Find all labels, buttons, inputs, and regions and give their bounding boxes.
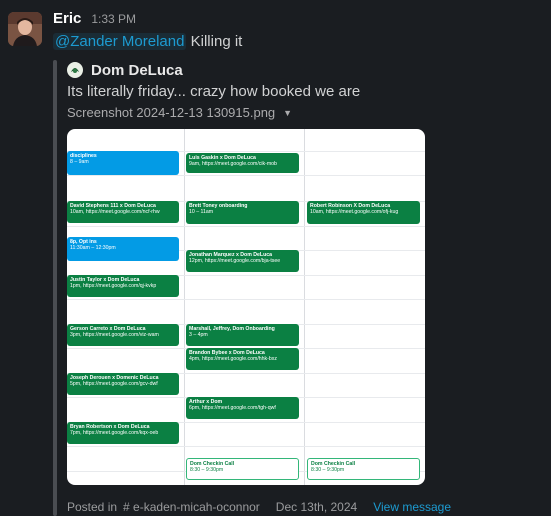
event-time: 10 – 11am [189, 208, 214, 215]
quote-text: Its literally friday... crazy how booked… [67, 83, 361, 100]
calendar-gridline [67, 299, 425, 300]
calendar-event[interactable]: Dom Checkin Call 8:30 – 9:30pm [186, 458, 299, 480]
event-time: 8:30 – 9:30pm [311, 466, 345, 473]
message-body: Killing it [190, 33, 243, 50]
calendar-event[interactable]: Arthur x Dom 6pm, https://meet.google.co… [186, 397, 299, 419]
calendar-event[interactable]: Dom Checkin Call 8:30 – 9:30pm [307, 458, 420, 480]
calendar-event[interactable]: Bryan Robertson x Dom DeLuca 7pm, https:… [67, 422, 179, 444]
message-header: Eric 1:33 PM [53, 10, 136, 30]
calendar-event[interactable]: 8p, Opt ins 11:30am – 12:30pm [67, 237, 179, 261]
event-time: 8 – 9am [70, 158, 89, 165]
screenshot-image[interactable]: disciplines 8 – 9am David Stephens 111 x… [67, 129, 425, 485]
calendar-event[interactable]: Brett Toney onboarding 10 – 11am [186, 201, 299, 224]
event-time: 5pm, https://meet.google.com/gcv-dwf [70, 380, 158, 387]
user-mention[interactable]: @Zander Moreland [53, 33, 187, 50]
event-time: 1pm, https://meet.google.com/qj-kvkp [70, 282, 157, 289]
chevron-down-icon[interactable]: ▼ [283, 108, 292, 118]
calendar-event[interactable]: disciplines 8 – 9am [67, 151, 179, 175]
attachment-row: Screenshot 2024-12-13 130915.png ▼ [67, 105, 292, 120]
calendar-divider [184, 129, 185, 485]
calendar-gridline [67, 446, 425, 447]
event-time: 12pm, https://meet.google.com/bja-tsee [189, 257, 281, 264]
calendar-event[interactable]: David Stephens 111 x Dom DeLuca 10am, ht… [67, 201, 179, 223]
username[interactable]: Eric [53, 10, 81, 27]
calendar-event[interactable]: Marshall, Jeffrey, Dom Onboarding 3 – 4p… [186, 324, 299, 346]
event-time: 4pm, https://meet.google.com/hhk-bxz [189, 355, 277, 362]
quote-bar [53, 60, 57, 516]
shared-message-header: Dom DeLuca [67, 60, 183, 80]
posted-in-label: Posted in [67, 500, 118, 514]
event-time: 8:30 – 9:30pm [190, 466, 224, 473]
calendar-divider [304, 129, 305, 485]
event-time: 3pm, https://meet.google.com/viz-wam [70, 331, 159, 338]
posted-date: Dec 13th, 2024 [275, 500, 358, 514]
message-text: @Zander Moreland Killing it [53, 33, 242, 50]
shared-message-footer: Posted in # e-kaden-micah-oconnor Dec 13… [67, 500, 451, 514]
calendar-event[interactable]: Jonathan Marquez x Dom DeLuca 12pm, http… [186, 250, 299, 272]
event-time: 10am, https://meet.google.com/ofj-kug [310, 208, 399, 215]
calendar-event[interactable]: Robert Robinson X Dom DeLuca 10am, https… [307, 201, 420, 224]
timestamp[interactable]: 1:33 PM [91, 12, 136, 26]
calendar-event[interactable]: Gerson Carreto x Dom DeLuca 3pm, https:/… [67, 324, 179, 346]
calendar-event[interactable]: Justin Taylor x Dom DeLuca 1pm, https://… [67, 275, 179, 297]
event-time: 9am, https://meet.google.com/cik-mob [189, 160, 277, 167]
calendar-gridline [67, 226, 425, 227]
event-time: 7pm, https://meet.google.com/kqx-oeb [70, 429, 159, 436]
calendar-event[interactable]: Brandon Bybee x Dom DeLuca 4pm, https://… [186, 348, 299, 370]
event-time: 3 – 4pm [189, 331, 208, 338]
view-message-link[interactable]: View message [373, 500, 451, 514]
attachment-filename[interactable]: Screenshot 2024-12-13 130915.png [67, 105, 275, 120]
event-time: 6pm, https://meet.google.com/tgh-qwf [189, 404, 276, 411]
calendar-event[interactable]: Joseph Derouen x Domenic DeLuca 5pm, htt… [67, 373, 179, 395]
channel-link[interactable]: # e-kaden-micah-oconnor [123, 500, 260, 514]
calendar-gridline [67, 175, 425, 176]
quote-author-avatar[interactable] [67, 62, 83, 78]
event-time: 10am, https://meet.google.com/ncf-rhw [70, 208, 160, 215]
event-time: 11:30am – 12:30pm [70, 244, 116, 251]
quote-author-name[interactable]: Dom DeLuca [91, 62, 183, 79]
calendar-event[interactable]: Luis Gaskin x Dom DeLuca 9am, https://me… [186, 153, 299, 173]
avatar[interactable] [8, 12, 42, 46]
